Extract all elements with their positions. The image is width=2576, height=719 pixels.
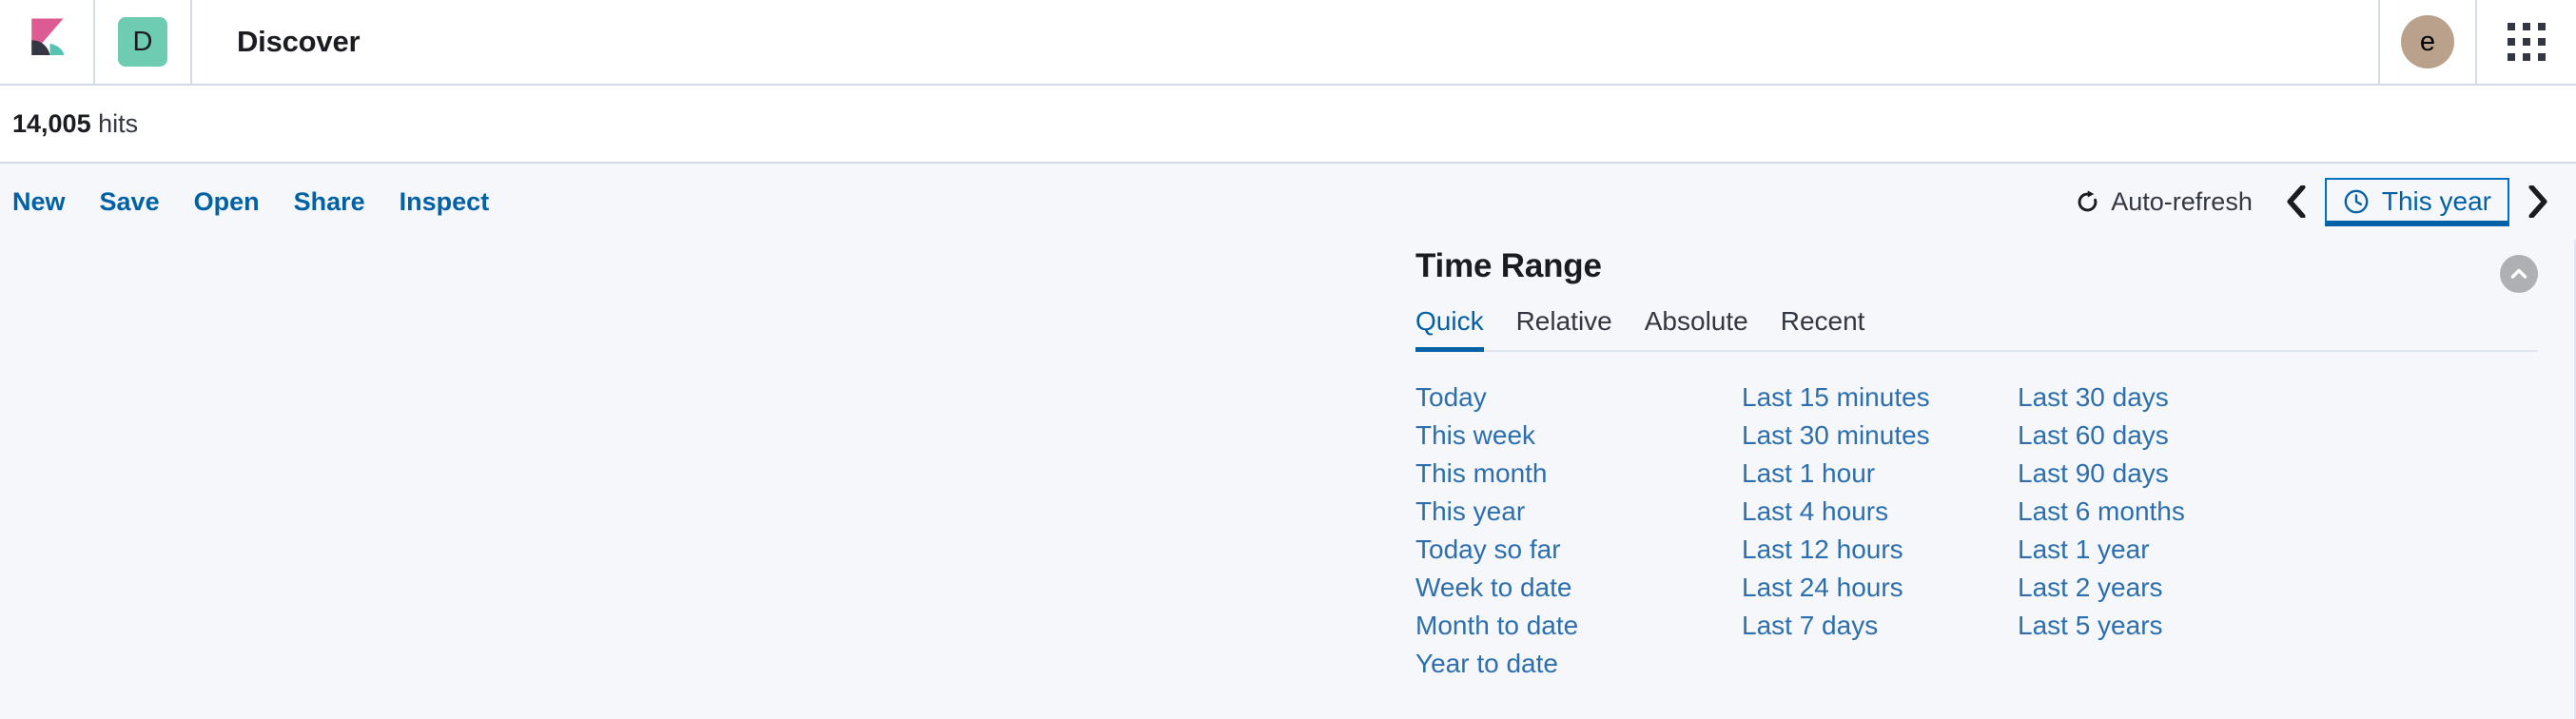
quick-range-last-4-hours[interactable]: Last 4 hours: [1742, 493, 2018, 531]
clock-icon: [2343, 188, 2370, 215]
quick-range-today-so-far[interactable]: Today so far: [1415, 531, 1742, 569]
quick-range-last-5-years[interactable]: Last 5 years: [2018, 607, 2344, 645]
avatar: e: [2401, 15, 2454, 68]
quick-range-last-30-days[interactable]: Last 30 days: [2018, 379, 2344, 417]
page-title: Discover: [237, 25, 360, 59]
app-menu-button[interactable]: [2477, 0, 2576, 84]
time-range-panel-area: Time Range Quick Relative Absolute Recen…: [0, 240, 2576, 719]
share-link[interactable]: Share: [294, 187, 365, 217]
quick-range-year-to-date[interactable]: Year to date: [1415, 645, 1742, 683]
quick-range-last-30-minutes[interactable]: Last 30 minutes: [1742, 417, 2018, 455]
kibana-logo: [20, 15, 73, 68]
refresh-icon: [2075, 189, 2100, 215]
quick-range-month-to-date[interactable]: Month to date: [1415, 607, 1742, 645]
tab-quick[interactable]: Quick: [1415, 306, 1500, 350]
quick-range-this-week[interactable]: This week: [1415, 417, 1742, 455]
quick-range-last-2-years[interactable]: Last 2 years: [2018, 569, 2344, 607]
quick-range-last-60-days[interactable]: Last 60 days: [2018, 417, 2344, 455]
time-range-title: Time Range: [1415, 247, 2538, 285]
user-menu-button[interactable]: e: [2380, 0, 2475, 84]
quick-range-last-24-hours[interactable]: Last 24 hours: [1742, 569, 2018, 607]
app-title-container: Discover: [192, 0, 2378, 84]
quick-ranges-column-2: Last 15 minutes Last 30 minutes Last 1 h…: [1742, 379, 2018, 683]
save-link[interactable]: Save: [100, 187, 160, 217]
quick-range-last-7-days[interactable]: Last 7 days: [1742, 607, 2018, 645]
quick-range-last-1-hour[interactable]: Last 1 hour: [1742, 455, 2018, 493]
quick-ranges-column-1: Today This week This month This year Tod…: [1415, 379, 1742, 683]
quick-range-week-to-date[interactable]: Week to date: [1415, 569, 1742, 607]
tab-recent[interactable]: Recent: [1765, 306, 1882, 350]
quick-range-last-90-days[interactable]: Last 90 days: [2018, 455, 2344, 493]
toolbar-right-controls: Auto-refresh This year: [2075, 178, 2557, 226]
hits-bar: 14,005 hits: [0, 86, 2576, 164]
tab-relative[interactable]: Relative: [1500, 306, 1629, 350]
quick-range-last-15-minutes[interactable]: Last 15 minutes: [1742, 379, 2018, 417]
collapse-panel-button[interactable]: [2500, 255, 2538, 293]
quick-range-this-year[interactable]: This year: [1415, 493, 1742, 531]
time-range-value: This year: [2382, 186, 2491, 217]
inspect-link[interactable]: Inspect: [400, 187, 490, 217]
toolbar-nav-links: New Save Open Share Inspect: [12, 187, 489, 217]
time-range-panel: Time Range Quick Relative Absolute Recen…: [1415, 247, 2538, 683]
hits-summary: 14,005 hits: [12, 109, 138, 139]
time-range-tabs: Quick Relative Absolute Recent: [1415, 306, 2538, 352]
quick-ranges-columns: Today This week This month This year Tod…: [1415, 379, 2538, 683]
time-previous-button[interactable]: [2277, 178, 2315, 225]
app-grid-icon: [2508, 23, 2546, 61]
chevron-right-icon: [2527, 185, 2548, 218]
hits-label: hits: [91, 109, 139, 138]
open-link[interactable]: Open: [194, 187, 260, 217]
new-link[interactable]: New: [12, 187, 66, 217]
quick-range-last-6-months[interactable]: Last 6 months: [2018, 493, 2344, 531]
tab-absolute[interactable]: Absolute: [1629, 306, 1765, 350]
quick-range-last-12-hours[interactable]: Last 12 hours: [1742, 531, 2018, 569]
time-range-button[interactable]: This year: [2325, 178, 2509, 226]
chevron-up-icon: [2508, 262, 2530, 285]
auto-refresh-button[interactable]: Auto-refresh: [2075, 187, 2253, 217]
time-next-button[interactable]: [2519, 178, 2557, 225]
kibana-home-button[interactable]: [0, 0, 93, 84]
quick-range-last-1-year[interactable]: Last 1 year: [2018, 531, 2344, 569]
space-avatar: D: [118, 17, 167, 67]
app-header: D Discover e: [0, 0, 2576, 86]
auto-refresh-label: Auto-refresh: [2111, 187, 2253, 217]
quick-ranges-column-3: Last 30 days Last 60 days Last 90 days L…: [2018, 379, 2344, 683]
quick-range-this-month[interactable]: This month: [1415, 455, 1742, 493]
space-selector[interactable]: D: [95, 0, 190, 84]
quick-range-today[interactable]: Today: [1415, 379, 1742, 417]
discover-toolbar: New Save Open Share Inspect Auto-refresh…: [0, 164, 2576, 240]
chevron-left-icon: [2286, 185, 2307, 218]
hits-count: 14,005: [12, 109, 91, 138]
